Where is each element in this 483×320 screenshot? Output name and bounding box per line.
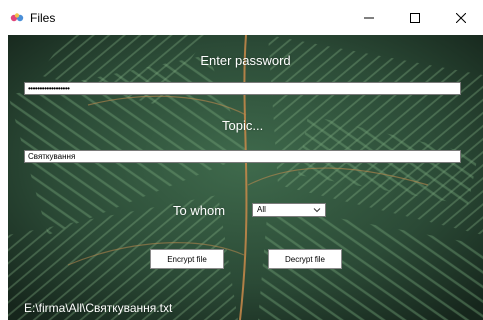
decrypt-file-button[interactable]: Decrypt file xyxy=(268,249,342,269)
topic-label: Topic... xyxy=(222,118,264,133)
close-icon xyxy=(456,12,466,23)
maximize-button[interactable] xyxy=(397,0,433,35)
files-window: Files Enter password •••••••••••••••••• … xyxy=(0,0,483,320)
encrypt-file-button[interactable]: Encrypt file xyxy=(150,249,224,269)
app-icon xyxy=(10,13,24,22)
window-title: Files xyxy=(30,11,56,25)
minimize-button[interactable] xyxy=(351,0,387,35)
title-bar[interactable]: Files xyxy=(0,0,483,35)
topic-input[interactable]: Святкування xyxy=(24,150,461,163)
chevron-down-icon xyxy=(313,208,321,213)
password-label: Enter password xyxy=(200,53,291,68)
fern-background-image xyxy=(8,35,483,320)
recipient-label: To whom xyxy=(173,203,226,218)
form-area: Enter password •••••••••••••••••• Topic.… xyxy=(8,35,483,320)
password-input[interactable]: •••••••••••••••••• xyxy=(24,82,461,95)
file-path-label: E:\firma\All\Святкування.txt xyxy=(24,301,173,315)
minimize-icon xyxy=(364,17,374,18)
close-button[interactable] xyxy=(443,0,479,35)
maximize-icon xyxy=(410,12,420,23)
recipient-selected-value: All xyxy=(257,205,266,214)
recipient-select[interactable]: All xyxy=(252,203,326,217)
